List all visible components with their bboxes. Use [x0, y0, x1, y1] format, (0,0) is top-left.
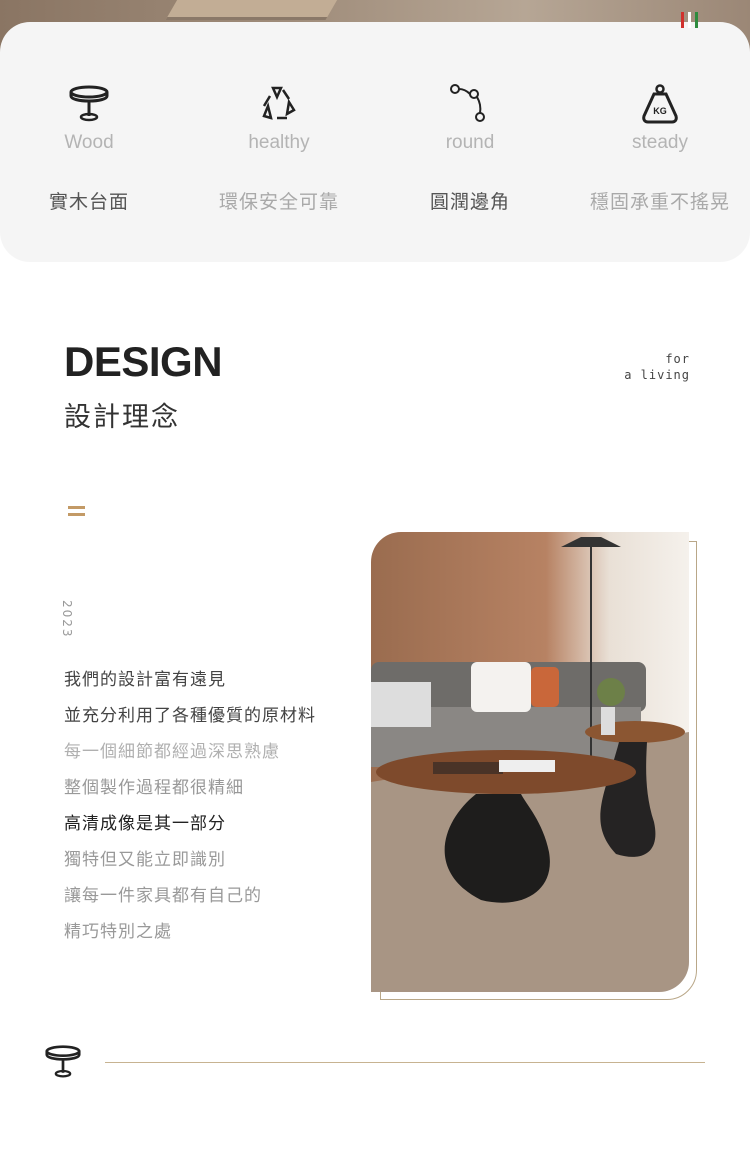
design-title: DESIGN: [64, 338, 223, 385]
text-line: 獨特但又能立即識別: [64, 850, 226, 870]
coffee-table-scene: [371, 537, 689, 992]
rug: [165, 0, 355, 20]
feature-zh: 圓潤邊角: [429, 191, 510, 213]
design-text: 我們的設計富有遠見 並充分利用了各種優質的原材料 每一個細節都經過深思熟慮 整個…: [64, 668, 316, 956]
tag-line: for: [665, 352, 690, 366]
tag-line: a living: [624, 368, 690, 382]
year-label: 2023: [60, 600, 74, 639]
text-line: 並充分利用了各種優質的原材料: [64, 706, 316, 726]
text-line: 高清成像是其一部分: [64, 814, 226, 834]
living-room-photo: [371, 532, 689, 992]
feature-en: steady: [632, 132, 688, 153]
table-icon: [42, 1044, 84, 1084]
feature-zh: 環保安全可靠: [218, 191, 339, 213]
feature-en: round: [445, 132, 495, 153]
text-line: 精巧特別之處: [64, 922, 172, 942]
table-icon: [69, 85, 109, 122]
feature-en: Wood: [64, 132, 114, 153]
kg-weight-icon: KG: [642, 84, 678, 124]
text-line: 整個製作過程都很精細: [64, 778, 244, 798]
for-a-living-tag: for a living: [624, 351, 690, 383]
text-line: 我們的設計富有遠見: [64, 670, 226, 690]
svg-text:KG: KG: [653, 106, 667, 116]
features-card: Wood 實木台面 healthy 環保安全可靠 round 圓潤邊角 KG s…: [0, 22, 750, 262]
text-line: 讓每一件家具都有自己的: [64, 886, 262, 906]
feature-zh: 實木台面: [48, 191, 129, 213]
text-line: 每一個細節都經過深思熟慮: [64, 742, 280, 762]
feature-zh: 穩固承重不搖晃: [589, 191, 730, 213]
flag-icon: [681, 12, 698, 28]
design-subtitle: 設計理念: [64, 402, 180, 433]
recycle-icon: [262, 86, 296, 120]
accent-bars: [68, 506, 85, 520]
curve-nodes-icon: [450, 84, 485, 122]
divider: [105, 1062, 705, 1063]
feature-en: healthy: [248, 132, 310, 153]
